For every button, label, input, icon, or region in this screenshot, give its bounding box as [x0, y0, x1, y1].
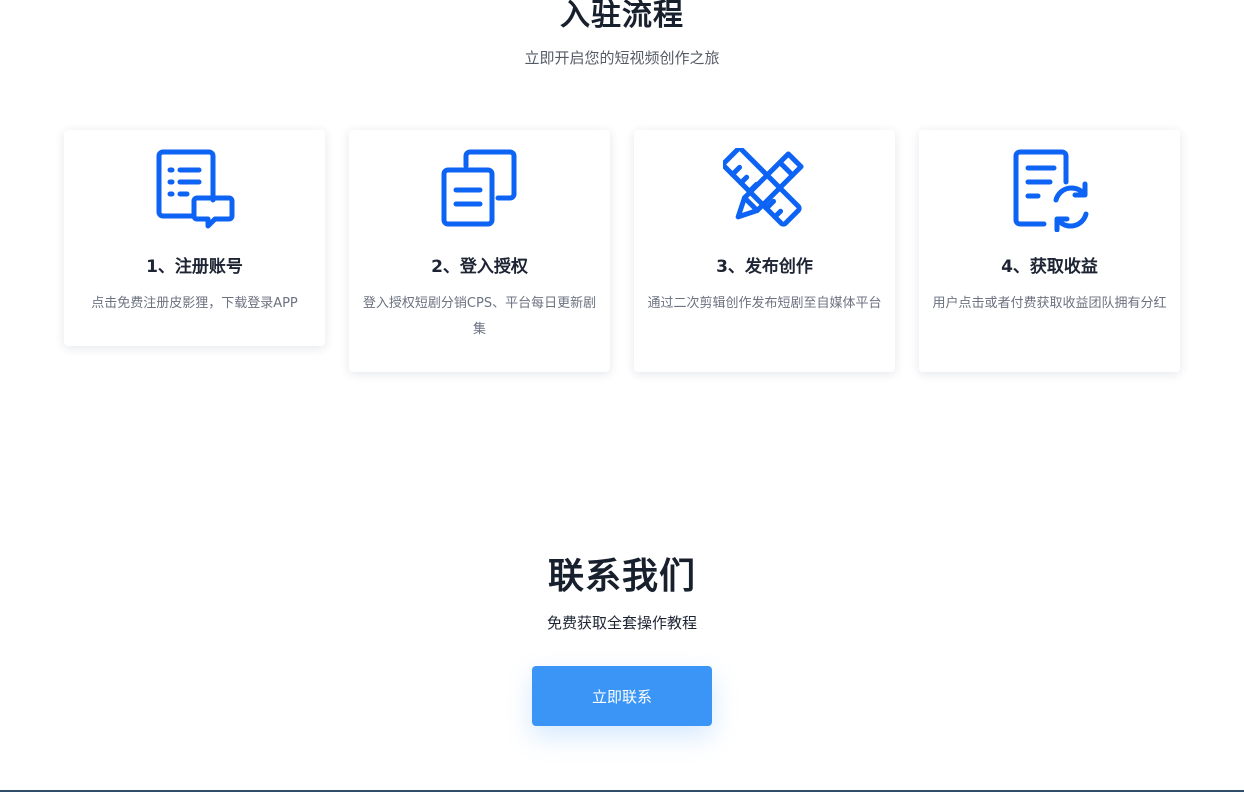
- step-description: 登入授权短剧分销CPS、平台每日更新剧集: [362, 296, 597, 337]
- step-title: 4、获取收益: [1001, 257, 1098, 277]
- list-chat-icon: [153, 148, 237, 232]
- copy-document-icon: [438, 148, 522, 232]
- document-refresh-icon: [1008, 148, 1092, 232]
- pencil-ruler-icon: [722, 148, 807, 232]
- step-title: 3、发布创作: [716, 257, 813, 277]
- step-description: 点击免费注册皮影狸，下载登录APP: [91, 296, 298, 311]
- page: 入驻流程 立即开启您的短视频创作之旅 1、注册账号 点击免费注册皮影狸，下载登录…: [0, 0, 1244, 792]
- contact-section-subtitle: 免费获取全套操作教程: [546, 614, 697, 632]
- step-title: 2、登入授权: [431, 257, 528, 277]
- step-description: 用户点击或者付费获取收益团队拥有分红: [932, 296, 1167, 311]
- step-card-register: 1、注册账号 点击免费注册皮影狸，下载登录APP: [64, 130, 325, 346]
- step-title: 1、注册账号: [146, 257, 243, 277]
- step-card-earnings: 4、获取收益 用户点击或者付费获取收益团队拥有分红: [919, 130, 1180, 372]
- process-section-title: 入驻流程: [560, 0, 684, 33]
- step-description: 通过二次剪辑创作发布短剧至自媒体平台: [647, 296, 882, 311]
- contact-now-button[interactable]: 立即联系: [532, 666, 712, 726]
- process-section-subtitle: 立即开启您的短视频创作之旅: [524, 49, 720, 67]
- step-card-publish: 3、发布创作 通过二次剪辑创作发布短剧至自媒体平台: [634, 130, 895, 372]
- contact-section-title: 联系我们: [547, 556, 696, 597]
- step-card-authorize: 2、登入授权 登入授权短剧分销CPS、平台每日更新剧集: [349, 130, 610, 372]
